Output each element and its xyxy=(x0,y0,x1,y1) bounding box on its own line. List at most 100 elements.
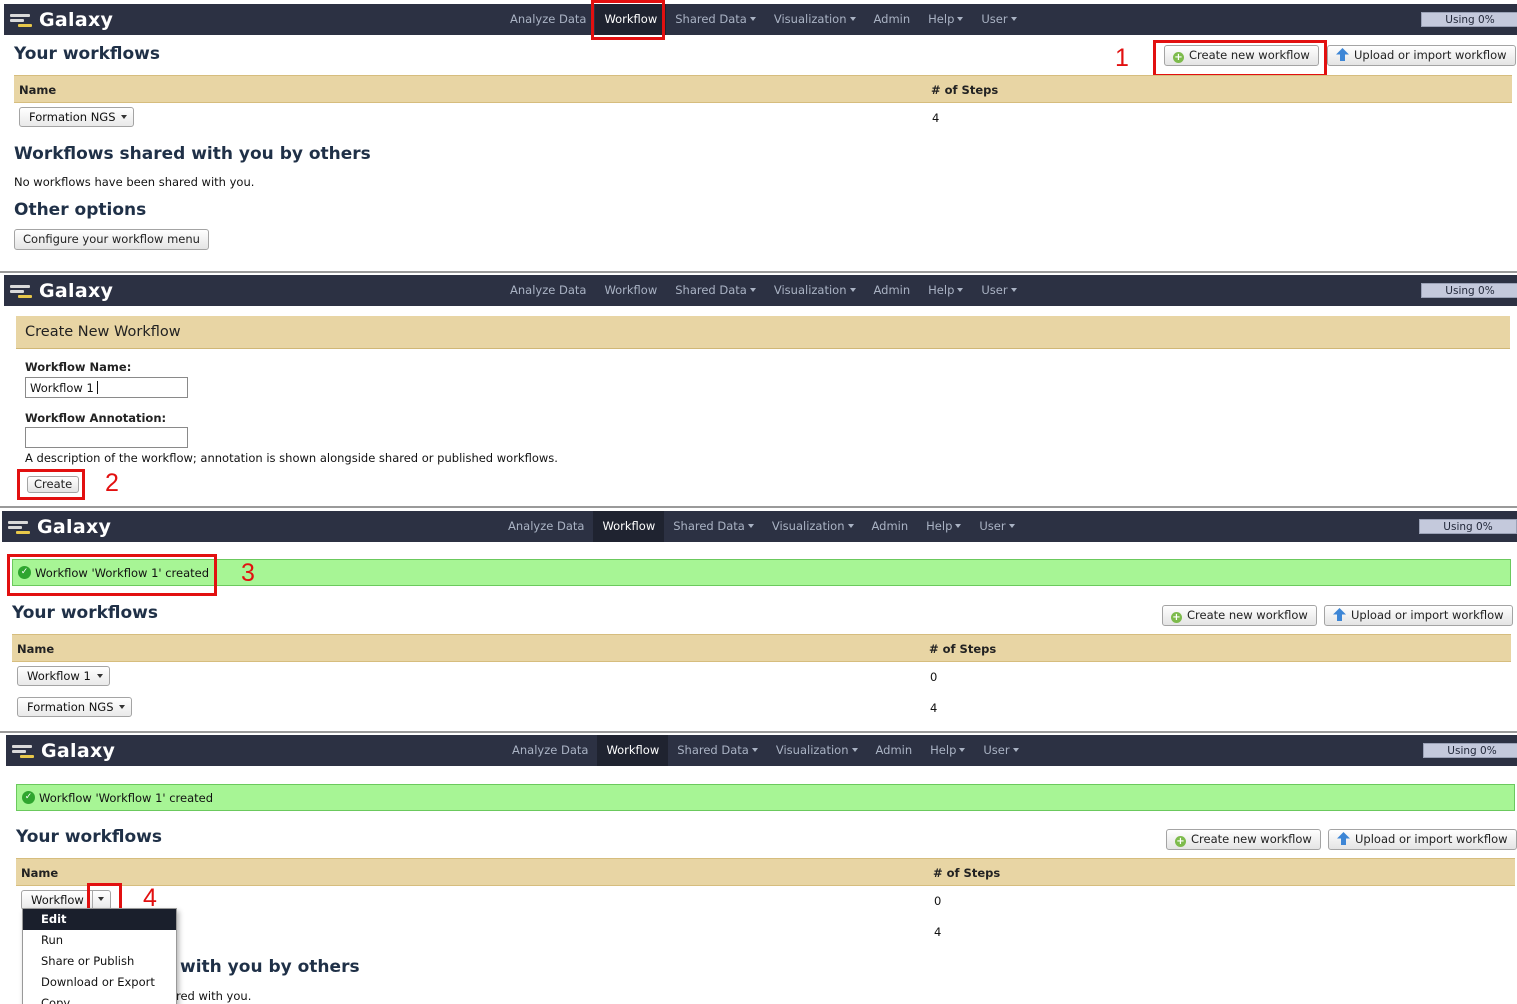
nav-help[interactable]: Help xyxy=(921,735,974,766)
nav-admin[interactable]: Admin xyxy=(865,4,920,35)
col-steps: # of Steps xyxy=(929,642,997,656)
caret-down-icon xyxy=(1008,524,1015,528)
steps-count: 0 xyxy=(930,670,938,684)
main-nav: Analyze Data Workflow Shared Data Visual… xyxy=(501,4,1026,35)
col-name: Name xyxy=(21,866,59,880)
main-nav: Analyze Data Workflow Shared Data Visual… xyxy=(503,735,1028,766)
workflow-menu-button[interactable]: Workflow 1 xyxy=(17,666,110,686)
nav-visualization[interactable]: Visualization xyxy=(765,4,865,35)
workflow-name-label: Workflow Name: xyxy=(25,360,132,374)
create-submit-button[interactable]: Create xyxy=(27,476,80,493)
nav-analyze-data[interactable]: Analyze Data xyxy=(499,511,593,542)
step-number: 3 xyxy=(241,559,255,587)
workflow-name-field[interactable]: Workflow 1 xyxy=(25,377,188,398)
workflow-menu-button[interactable]: Formation NGS xyxy=(17,697,132,717)
caret-down-icon xyxy=(749,288,756,292)
galaxy-logo-icon xyxy=(10,11,34,29)
galaxy-logo-icon xyxy=(12,742,36,760)
nav-analyze-data[interactable]: Analyze Data xyxy=(501,275,595,306)
menu-item-run[interactable]: Run xyxy=(23,930,176,951)
masthead: Galaxy Analyze Data Workflow Shared Data… xyxy=(2,511,1517,542)
upload-workflow-button[interactable]: Upload or import workflow xyxy=(1328,829,1517,850)
nav-help[interactable]: Help xyxy=(919,4,972,35)
upload-workflow-button[interactable]: Upload or import workflow xyxy=(1327,45,1516,66)
annotation-help-text: A description of the workflow; annotatio… xyxy=(25,451,558,465)
menu-item-edit[interactable]: Edit xyxy=(23,909,176,930)
nav-workflow[interactable]: Workflow xyxy=(595,275,666,306)
upload-arrow-icon xyxy=(1333,608,1346,621)
nav-admin[interactable]: Admin xyxy=(863,511,918,542)
caret-down-icon xyxy=(955,524,962,528)
nav-visualization[interactable]: Visualization xyxy=(767,735,867,766)
brand-title: Galaxy xyxy=(41,739,116,762)
steps-count: 4 xyxy=(930,701,938,715)
page-title: Your workflows xyxy=(12,603,159,623)
shared-title-partial: with you by others xyxy=(180,957,360,977)
nav-visualization[interactable]: Visualization xyxy=(765,275,865,306)
step-number: 1 xyxy=(1115,44,1129,72)
usage-meter: Using 0% xyxy=(1419,519,1517,534)
col-name: Name xyxy=(17,642,55,656)
configure-menu-button[interactable]: Configure your workflow menu xyxy=(14,229,209,250)
brand-title: Galaxy xyxy=(39,279,114,302)
steps-count: 4 xyxy=(932,111,940,125)
caret-down-icon xyxy=(751,748,758,752)
nav-user[interactable]: User xyxy=(970,511,1023,542)
col-name: Name xyxy=(19,83,57,97)
nav-analyze-data[interactable]: Analyze Data xyxy=(501,4,595,35)
nav-help[interactable]: Help xyxy=(919,275,972,306)
nav-shared-data[interactable]: Shared Data xyxy=(664,511,763,542)
brand[interactable]: Galaxy xyxy=(10,278,113,303)
nav-user[interactable]: User xyxy=(972,275,1025,306)
highlight-success-alert xyxy=(7,554,217,596)
brand-title: Galaxy xyxy=(39,8,114,31)
nav-shared-data[interactable]: Shared Data xyxy=(666,275,765,306)
caret-down-icon xyxy=(851,748,858,752)
nav-workflow[interactable]: Workflow xyxy=(593,511,665,542)
table-header: Name # of Steps xyxy=(14,75,1512,103)
upload-workflow-button[interactable]: Upload or import workflow xyxy=(1324,605,1513,626)
steps-count: 0 xyxy=(934,894,942,908)
panel-workflow-menu: Galaxy Analyze Data Workflow Shared Data… xyxy=(0,733,1517,1004)
nav-admin[interactable]: Admin xyxy=(865,275,920,306)
nav-admin[interactable]: Admin xyxy=(867,735,922,766)
step-number: 2 xyxy=(105,469,119,497)
caret-down-icon xyxy=(1010,17,1017,21)
brand[interactable]: Galaxy xyxy=(12,738,115,763)
col-steps: # of Steps xyxy=(931,83,999,97)
shared-title: Workflows shared with you by others xyxy=(14,144,371,164)
nav-user[interactable]: User xyxy=(974,735,1027,766)
success-alert: ✓ Workflow 'Workflow 1' created xyxy=(16,784,1515,811)
usage-meter: Using 0% xyxy=(1421,12,1517,27)
caret-down-icon xyxy=(1012,748,1019,752)
page-title: Your workflows xyxy=(16,827,163,847)
nav-shared-data[interactable]: Shared Data xyxy=(666,4,765,35)
workflow-menu-button[interactable]: Formation NGS xyxy=(19,107,134,127)
galaxy-logo-icon xyxy=(8,518,32,536)
create-workflow-button[interactable]: + Create new workflow xyxy=(1162,605,1317,626)
brand-title: Galaxy xyxy=(37,515,112,538)
plus-circle-icon: + xyxy=(1171,612,1182,623)
table-header: Name # of Steps xyxy=(16,858,1515,886)
menu-item-share-publish[interactable]: Share or Publish xyxy=(23,951,176,972)
workflow-annotation-field[interactable] xyxy=(25,427,188,448)
brand[interactable]: Galaxy xyxy=(10,7,113,32)
create-workflow-button[interactable]: + Create new workflow xyxy=(1164,45,1319,66)
nav-visualization[interactable]: Visualization xyxy=(763,511,863,542)
caret-down-icon xyxy=(959,748,966,752)
menu-item-download-export[interactable]: Download or Export xyxy=(23,972,176,993)
col-steps: # of Steps xyxy=(933,866,1001,880)
steps-count: 4 xyxy=(934,925,942,939)
nav-analyze-data[interactable]: Analyze Data xyxy=(503,735,597,766)
check-circle-icon: ✓ xyxy=(22,791,35,804)
masthead: Galaxy Analyze Data Workflow Shared Data… xyxy=(4,4,1517,35)
nav-workflow[interactable]: Workflow xyxy=(597,735,669,766)
brand[interactable]: Galaxy xyxy=(8,514,111,539)
create-workflow-button[interactable]: + Create new workflow xyxy=(1166,829,1321,850)
nav-shared-data[interactable]: Shared Data xyxy=(668,735,767,766)
caret-down-icon xyxy=(957,17,964,21)
upload-arrow-icon xyxy=(1336,48,1349,61)
menu-item-copy[interactable]: Copy xyxy=(23,993,176,1004)
nav-help[interactable]: Help xyxy=(917,511,970,542)
nav-user[interactable]: User xyxy=(972,4,1025,35)
